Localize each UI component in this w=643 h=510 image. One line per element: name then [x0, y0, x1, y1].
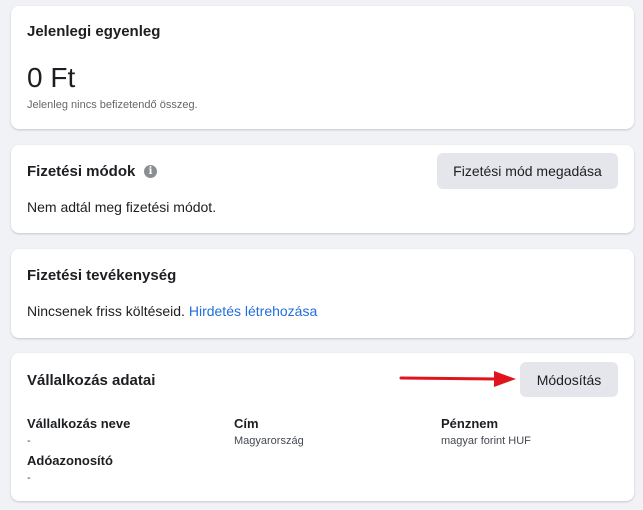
payment-activity-title: Fizetési tevékenység: [27, 267, 177, 284]
edit-button[interactable]: Módosítás: [520, 362, 618, 397]
business-name-value: -: [27, 435, 31, 447]
payment-activity-card: Fizetési tevékenység Nincsenek friss köl…: [11, 249, 634, 338]
payment-methods-title: Fizetési módok: [27, 163, 136, 180]
payment-activity-empty-text: Nincsenek friss költéseid.: [27, 303, 185, 319]
business-info-card: Vállalkozás adatai Módosítás Vállalkozás…: [11, 353, 634, 501]
add-payment-method-button[interactable]: Fizetési mód megadása: [437, 153, 618, 189]
payment-methods-card: Fizetési módok i Fizetési mód megadása N…: [11, 145, 634, 233]
balance-card: Jelenlegi egyenleg 0 Ft Jelenleg nincs b…: [11, 6, 634, 129]
currency-label: Pénznem: [441, 416, 499, 431]
balance-amount: 0 Ft: [27, 62, 76, 93]
payment-activity-text: Nincsenek friss költéseid. Hirdetés létr…: [27, 303, 317, 319]
tax-id-value: -: [27, 472, 31, 484]
tax-id-label: Adóazonosító: [27, 453, 113, 468]
address-label: Cím: [234, 416, 259, 431]
payment-methods-empty-text: Nem adtál meg fizetési módot.: [27, 199, 217, 215]
annotation-arrow-icon: [399, 371, 516, 387]
balance-note: Jelenleg nincs befizetendő összeg.: [27, 99, 198, 111]
balance-title: Jelenlegi egyenleg: [27, 23, 161, 40]
create-ad-link[interactable]: Hirdetés létrehozása: [189, 303, 317, 319]
currency-value: magyar forint HUF: [441, 435, 531, 447]
info-icon[interactable]: i: [144, 165, 157, 178]
business-name-label: Vállalkozás neve: [27, 416, 131, 431]
address-value: Magyarország: [234, 435, 304, 447]
business-info-title: Vállalkozás adatai: [27, 372, 156, 389]
